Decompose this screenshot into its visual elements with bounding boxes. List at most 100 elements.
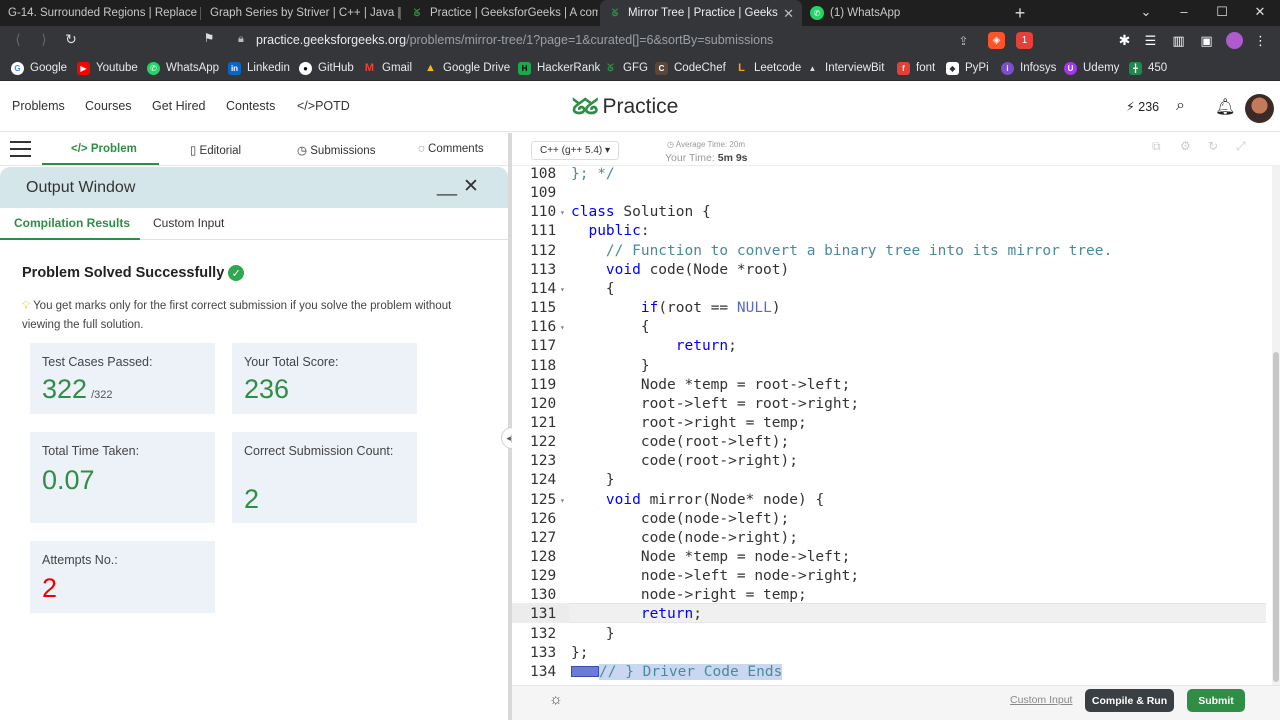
url-bar[interactable]: 🔒︎ practice.geeksforgeeks.org/problems/m…: [228, 29, 1048, 52]
pypi-icon: ◆: [946, 61, 959, 75]
code-line: Node *temp = node->left;: [571, 549, 851, 565]
bookmark-youtube[interactable]: ▶ Youtube: [77, 55, 138, 81]
menu-icon[interactable]: ⋮: [1252, 32, 1269, 49]
bookmark-codechef[interactable]: C CodeChef: [655, 55, 726, 81]
code-editor[interactable]: 108}; */109 110 ▾ class Solution {111 publi…: [512, 166, 1268, 685]
copy-icon[interactable]: ⧉: [1152, 139, 1161, 154]
nav-potd[interactable]: </>POTD: [297, 99, 350, 113]
hamburger-icon[interactable]: [10, 141, 31, 157]
reload-icon[interactable]: ↻: [61, 31, 81, 48]
fold-icon[interactable]: ▾: [560, 285, 565, 294]
bookmark-leetcode[interactable]: L Leetcode: [735, 55, 801, 81]
settings-icon[interactable]: ⚙: [1180, 139, 1191, 153]
whatsapp-icon: ✆: [810, 6, 824, 20]
tab-search-icon[interactable]: ⌄: [1136, 4, 1156, 20]
bookmark-infosys[interactable]: i Infosys: [1001, 55, 1056, 81]
tab-problem[interactable]: </> Problem: [71, 143, 137, 155]
tab-compilation-results[interactable]: Compilation Results: [14, 216, 130, 230]
line-number: 115: [530, 300, 557, 317]
streak-count[interactable]: ⚡ 236: [1126, 99, 1159, 114]
bookmark-github[interactable]: ● GitHub: [299, 55, 354, 81]
bookmark-linkedin[interactable]: in Linkedin: [228, 55, 290, 81]
close-output-icon[interactable]: ✕: [463, 175, 479, 198]
bookmark-google-drive[interactable]: ▲ Google Drive: [424, 55, 510, 81]
forward-icon[interactable]: ⟩: [34, 31, 54, 48]
share-icon[interactable]: ⇪: [955, 32, 972, 49]
minimize-output-icon[interactable]: __: [437, 176, 457, 197]
attempts-card: Attempts No.: 2: [30, 541, 215, 613]
line-number: 128: [530, 549, 557, 565]
fold-icon[interactable]: ▾: [560, 323, 565, 332]
bookmark-google[interactable]: G Google: [11, 55, 67, 81]
tab-custom-input[interactable]: Custom Input: [153, 216, 224, 230]
reset-icon[interactable]: ↻: [1208, 139, 1218, 153]
fold-icon[interactable]: ▾: [560, 496, 565, 505]
browser-tab-active[interactable]: ᘜ Mirror Tree | Practice | GeeksforGe ✕: [600, 0, 802, 26]
line-number: 117: [530, 338, 557, 355]
nav-contests[interactable]: Contests: [226, 99, 275, 113]
editor-scrollbar-thumb[interactable]: [1273, 352, 1279, 682]
bookmark-interviewbit[interactable]: ▲ InterviewBit: [806, 55, 885, 81]
tab-comments[interactable]: ◌ Comments: [418, 143, 484, 155]
search-icon[interactable]: ⌕: [1176, 97, 1185, 115]
fold-marker-icon[interactable]: [571, 666, 599, 678]
browser-tab[interactable]: G-14. Surrounded Regions | Replace O: [0, 0, 200, 26]
sidebar-icon[interactable]: ▥: [1170, 32, 1187, 49]
bookmark-pypi[interactable]: ◆ PyPi: [946, 55, 989, 81]
compile-run-button[interactable]: Compile & Run: [1085, 689, 1174, 712]
fullscreen-icon[interactable]: ⤢: [1236, 139, 1246, 154]
bookmark-udemy[interactable]: U Udemy: [1064, 55, 1119, 81]
gfg-icon: ᘜ: [611, 7, 619, 19]
wallet-icon[interactable]: ▣: [1198, 32, 1215, 49]
gfg-icon: ᘜ: [413, 7, 421, 19]
bookmark-450[interactable]: ╋ 450: [1129, 55, 1167, 81]
line-number: 108: [530, 166, 557, 182]
bookmark-icon[interactable]: ⚑: [199, 31, 219, 45]
codechef-icon: C: [655, 61, 668, 75]
code-line: // } Driver Code Ends: [571, 663, 783, 680]
brave-rewards-icon[interactable]: 1: [1016, 32, 1033, 49]
new-tab-button[interactable]: +: [1010, 3, 1030, 24]
nav-get-hired[interactable]: Get Hired: [152, 99, 206, 113]
clock-icon: ◷: [297, 145, 308, 157]
browser-tab[interactable]: Graph Series by Striver | C++ | Java | I…: [202, 0, 400, 26]
language-select[interactable]: C++ (g++ 5.4) ▾: [531, 141, 620, 160]
total-score-value: 236: [244, 374, 290, 404]
theme-toggle-icon[interactable]: ☼: [549, 691, 563, 708]
fold-icon[interactable]: ▾: [560, 208, 565, 217]
code-line: }: [571, 625, 615, 642]
browser-tab[interactable]: ✆ (1) WhatsApp: [802, 0, 1002, 26]
back-icon[interactable]: ⟨: [8, 31, 28, 48]
close-tab-icon[interactable]: ✕: [783, 6, 794, 22]
hackerrank-icon: H: [518, 61, 531, 75]
code-line: return;: [675, 338, 737, 355]
line-number: 109: [530, 185, 557, 202]
tab-editorial[interactable]: ▯ Editorial: [190, 143, 241, 157]
code-line: return;: [640, 606, 702, 623]
custom-input-link[interactable]: Custom Input: [1010, 694, 1072, 706]
extensions-icon[interactable]: ✱: [1116, 32, 1133, 49]
bookmark-whatsapp[interactable]: ✆ WhatsApp: [147, 55, 219, 81]
result-status: Problem Solved Successfully ✓: [22, 265, 245, 281]
bookmark-hackerrank[interactable]: H HackerRank: [518, 55, 600, 81]
attempts-value: 2: [42, 573, 58, 603]
window-close-icon[interactable]: ✕: [1250, 4, 1270, 20]
nav-courses[interactable]: Courses: [85, 99, 132, 113]
bookmark-font[interactable]: f font: [897, 55, 935, 81]
bell-icon[interactable]: 🔔︎: [1215, 97, 1235, 117]
line-number: 126: [530, 510, 557, 527]
brave-shield-icon[interactable]: ◈: [988, 32, 1005, 49]
avatar[interactable]: [1245, 94, 1274, 123]
submit-button[interactable]: Submit: [1187, 689, 1245, 712]
minimize-icon[interactable]: –: [1174, 4, 1194, 19]
reading-list-icon[interactable]: ☰: [1142, 32, 1159, 49]
bookmark-gfg[interactable]: ᘜ GFG: [604, 55, 648, 81]
bookmark-gmail[interactable]: M Gmail: [363, 55, 412, 81]
browser-tab[interactable]: ᘜ Practice | GeeksforGeeks | A computer: [402, 0, 598, 26]
maximize-icon[interactable]: ☐: [1212, 4, 1232, 20]
profile-icon[interactable]: [1226, 32, 1243, 49]
nav-problems[interactable]: Problems: [12, 99, 65, 113]
gfg-logo[interactable]: ᘜᘜ Practice: [572, 94, 678, 120]
output-subtabs: Compilation Results Custom Input: [0, 208, 508, 240]
tab-submissions[interactable]: ◷ Submissions: [297, 143, 375, 157]
